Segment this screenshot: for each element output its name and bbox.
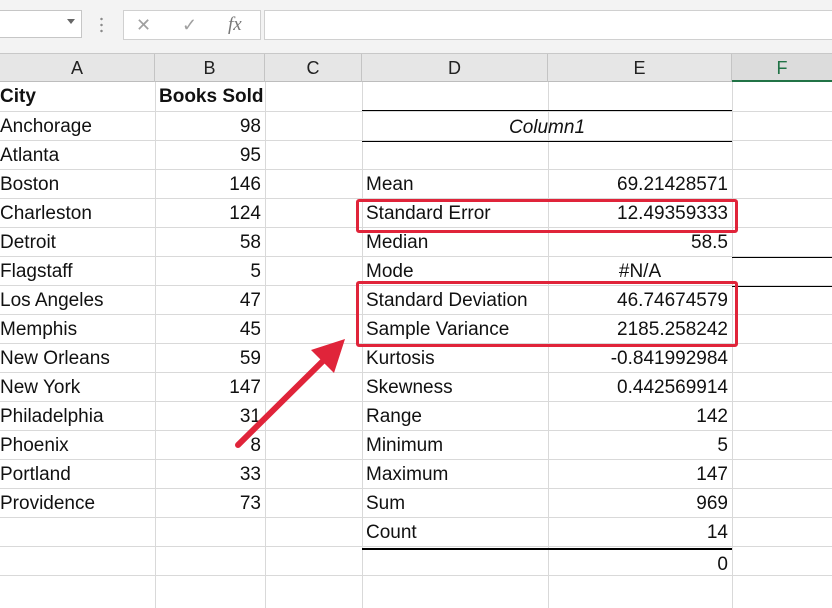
name-box[interactable]	[0, 10, 82, 38]
formula-buttons: ✕ ✓ fx	[123, 10, 261, 40]
annotation-arrow-icon	[235, 339, 345, 448]
cancel-icon[interactable]: ✕	[136, 15, 151, 35]
enter-icon[interactable]: ✓	[182, 15, 197, 35]
column-header-e[interactable]: E	[548, 54, 732, 82]
formula-bar: ✕ ✓ fx	[0, 0, 832, 53]
column-header-f[interactable]: F	[732, 54, 832, 82]
drag-handle-icon[interactable]	[100, 16, 103, 34]
column-header-d[interactable]: D	[362, 54, 548, 82]
column-header-c[interactable]: C	[265, 54, 362, 82]
formula-input[interactable]	[264, 10, 832, 40]
insert-function-icon[interactable]: fx	[228, 14, 242, 36]
column-headers: A B C D E F	[0, 53, 832, 82]
worksheet-grid[interactable]: City Books Sold Anchorage 98 Atlanta 95 Bost…	[0, 82, 832, 608]
column-header-b[interactable]: B	[155, 54, 265, 82]
column-header-a[interactable]: A	[0, 54, 155, 82]
chevron-down-icon[interactable]	[67, 19, 75, 24]
